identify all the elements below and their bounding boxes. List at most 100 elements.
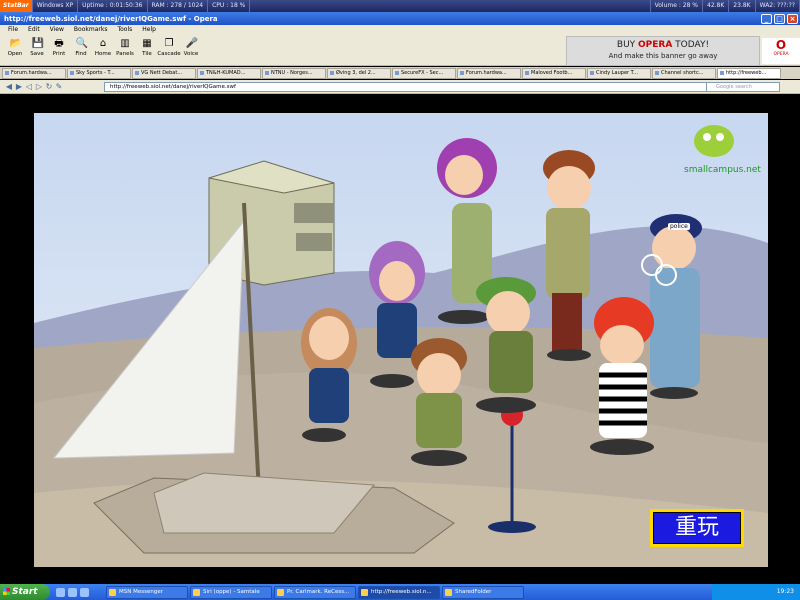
opera-ad-banner[interactable]: BUY OPERA TODAY! And make this banner go… [566, 36, 760, 66]
save-icon: 💾 [31, 38, 44, 49]
taskbar-item[interactable]: Pr. Carlmark. ReCess... [274, 585, 356, 599]
tab[interactable]: Channel shortc... [652, 68, 716, 79]
smallcampus-logo-icon [694, 125, 734, 157]
police-cap-label: police [668, 223, 690, 230]
home-button[interactable]: ⌂ Home [92, 36, 114, 65]
minimize-icon[interactable]: _ [761, 13, 772, 24]
print-icon: 🖶 [54, 38, 64, 49]
menu-file[interactable]: File [3, 25, 23, 36]
panels-button[interactable]: ▥ Panels [114, 36, 136, 65]
save-label: Save [30, 51, 44, 57]
tab[interactable]: Cindy Lauper T... [587, 68, 651, 79]
page-content: smallcampus.net police 重玩 [0, 95, 800, 584]
banner-brand: OPERA [638, 40, 673, 50]
opera-logo: O OPERA [762, 38, 800, 64]
open-button[interactable]: 📂 Open [4, 36, 26, 65]
game-scene [34, 113, 768, 567]
statbar-volume: Volume : 28 % [651, 0, 703, 12]
opera-logo-mark: O [775, 38, 787, 52]
banner-subtext: And make this banner go away [608, 52, 718, 60]
window-titlebar[interactable]: http://freeweb.siol.net/danej/riverIQGam… [0, 12, 800, 25]
statbar-down: 42.8K [703, 0, 730, 12]
taskbar-item[interactable]: Siri (oppe) - Samtale [190, 585, 272, 599]
taskbar-item[interactable]: SharedFolder [442, 585, 524, 599]
statbar: StatBar Windows XP Uptime : 0:01:50:36 R… [0, 0, 800, 12]
tile-label: Tile [142, 51, 152, 57]
quicklaunch-icon[interactable] [68, 587, 77, 597]
cascade-label: Cascade [157, 51, 181, 57]
find-button[interactable]: 🔍 Find [70, 36, 92, 65]
open-label: Open [7, 51, 23, 57]
statbar-winamp: WA2: ???:?? [756, 0, 800, 12]
folder-icon: 📂 [9, 38, 22, 49]
close-icon[interactable]: × [787, 13, 798, 24]
back-icon[interactable]: ◀ [4, 82, 14, 91]
tile-button[interactable]: ▦ Tile [136, 36, 158, 65]
panels-label: Panels [116, 51, 134, 57]
address-bar: ◀ ▶ ◁ ▷ ↻ ✎ http://freeweb.siol.net/dane… [0, 80, 800, 94]
opera-logo-text: OPERA [773, 52, 789, 57]
find-icon: 🔍 [75, 38, 88, 49]
tab[interactable]: Maloved Footb... [522, 68, 586, 79]
panels-icon: ▥ [120, 38, 130, 49]
wand-icon[interactable]: ✎ [54, 82, 64, 91]
statbar-os: Windows XP [33, 0, 79, 12]
tile-icon: ▦ [142, 38, 152, 49]
home-icon: ⌂ [99, 38, 107, 49]
menu-view[interactable]: View [45, 25, 69, 36]
quicklaunch-icon[interactable] [56, 587, 65, 597]
menu-bookmarks[interactable]: Bookmarks [69, 25, 113, 36]
tab[interactable]: Forum.hardwa... [2, 68, 66, 79]
taskbar: Start MSN Messenger Siri (oppe) - Samtal… [0, 584, 800, 600]
voice-icon: 🎤 [185, 38, 198, 49]
statbar-ram: RAM : 278 / 1024 [148, 0, 209, 12]
banner-buy: BUY [616, 40, 639, 50]
menu-edit[interactable]: Edit [23, 25, 45, 36]
voice-button[interactable]: 🎤 Voice [180, 36, 202, 65]
forward-icon[interactable]: ▶ [14, 82, 24, 91]
tab[interactable]: Sky Sports - T... [67, 68, 131, 79]
taskbar-item-active[interactable]: http://freeweb.siol.n... [358, 585, 440, 599]
find-label: Find [75, 51, 87, 57]
smallcampus-brand: smallcampus.net [684, 165, 761, 175]
fast-forward-icon[interactable]: ▷ [34, 82, 44, 91]
tab-bar: Forum.hardwa... Sky Sports - T... VG Net… [0, 67, 800, 79]
url-input[interactable]: http://freeweb.siol.net/danej/riverIQGam… [104, 82, 708, 92]
tab-active[interactable]: http://freeweb... [717, 68, 781, 79]
menu-tools[interactable]: Tools [112, 25, 137, 36]
menu-help[interactable]: Help [137, 25, 161, 36]
system-tray-clock[interactable]: 19:23 [712, 584, 800, 600]
menu-bar: File Edit View Bookmarks Tools Help [0, 25, 800, 36]
statbar-up: 23.8K [729, 0, 756, 12]
cascade-icon: ❐ [164, 38, 174, 49]
window-title: http://freeweb.siol.net/danej/riverIQGam… [4, 14, 218, 23]
replay-button[interactable]: 重玩 [650, 509, 744, 547]
tab[interactable]: NTNU - Norges... [262, 68, 326, 79]
voice-label: Voice [183, 51, 199, 57]
banner-today: TODAY! [672, 40, 710, 50]
home-label: Home [94, 51, 112, 57]
tab[interactable]: Øving 3, del 2... [327, 68, 391, 79]
cascade-button[interactable]: ❐ Cascade [157, 36, 181, 65]
start-button[interactable]: Start [0, 584, 50, 600]
maximize-icon[interactable]: □ [774, 13, 785, 24]
rewind-icon[interactable]: ◁ [24, 82, 34, 91]
reload-icon[interactable]: ↻ [44, 82, 54, 91]
quicklaunch-icon[interactable] [80, 587, 89, 597]
tab[interactable]: TN&H-KUMAD... [197, 68, 261, 79]
save-button[interactable]: 💾 Save [26, 36, 48, 65]
character-prisoner [590, 297, 654, 455]
statbar-logo: StatBar [0, 0, 33, 12]
tab[interactable]: SecureFX - Sec... [392, 68, 456, 79]
taskbar-item[interactable]: MSN Messenger [106, 585, 188, 599]
flash-game[interactable]: smallcampus.net police 重玩 [34, 113, 768, 567]
statbar-cpu: CPU : 18 % [208, 0, 251, 12]
print-button[interactable]: 🖶 Print [48, 36, 70, 65]
quick-launch [50, 587, 106, 597]
statbar-uptime: Uptime : 0:01:50:36 [78, 0, 148, 12]
statbar-spacer [250, 0, 651, 12]
tab[interactable]: VG Nett Debat... [132, 68, 196, 79]
tab[interactable]: Forum.hardwa... [457, 68, 521, 79]
search-input[interactable]: Google search [706, 82, 780, 92]
print-label: Print [52, 51, 66, 57]
